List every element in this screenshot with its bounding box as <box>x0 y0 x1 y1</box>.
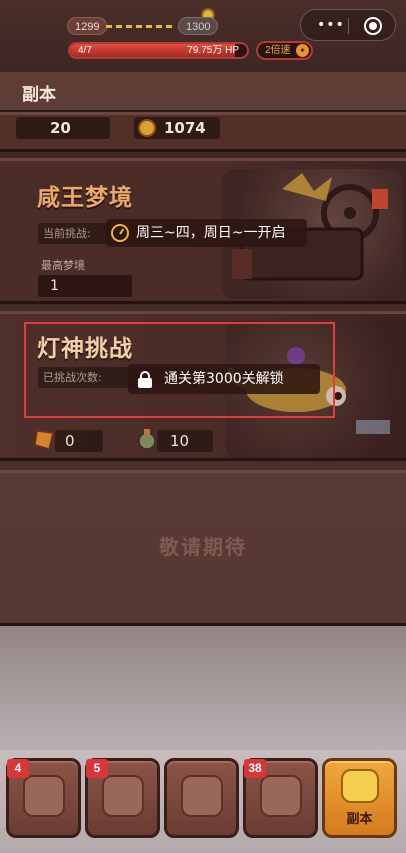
dungeon-list[interactable]: 20 1074 咸王梦境 当前挑战: 周三~四，周日~一开启 最高梦境 1 灯神… <box>0 112 406 750</box>
unlock-notice: 通关第3000关解锁 <box>128 364 320 394</box>
open-days-text: 周三~四，周日~一开启 <box>136 225 286 241</box>
top-status-bar: 1299 1300 4/7 79.75万 HP 2倍速 ✦ ••• <box>0 0 406 72</box>
speed-button-label: 2倍速 <box>265 45 291 56</box>
medal-icon <box>138 119 156 137</box>
hp-value: 79.75万 HP <box>187 45 239 56</box>
reward-right-box: 10 <box>138 429 213 452</box>
stat-right-value: 1074 <box>164 119 206 137</box>
reward-left-box: 0 <box>34 430 103 452</box>
reward-right-value: 10 <box>170 432 190 450</box>
page-header: 副本 <box>0 72 406 112</box>
hero-icon <box>23 775 65 817</box>
treasure-chest-icon <box>260 775 302 817</box>
stage-progress-dots <box>106 25 176 28</box>
next-stage-badge: 1300 <box>178 17 219 35</box>
bottom-navigation: 4 5 38 副本 <box>0 750 406 853</box>
pet-icon <box>181 775 223 817</box>
scroll-icon <box>34 430 54 450</box>
stat-right-box: 1074 <box>134 117 220 139</box>
xianwang-title: 咸王梦境 <box>37 185 133 211</box>
nav-shop-button[interactable]: 38 <box>243 758 318 838</box>
armor-icon <box>102 775 144 817</box>
hp-progress-label: 4/7 <box>78 45 92 56</box>
nav-dungeon-button[interactable]: 副本 <box>322 758 397 838</box>
capsule-divider <box>348 18 349 34</box>
nav-pet-button[interactable] <box>164 758 239 838</box>
lock-icon <box>138 371 152 388</box>
lamp-genie-challenge-card[interactable]: 灯神挑战 已挑战次数: 通关第3000关解锁 0 10 <box>0 311 406 461</box>
reward-left-value: 0 <box>65 432 75 450</box>
mini-program-capsule: ••• <box>300 9 396 41</box>
nav-badge: 5 <box>86 759 108 778</box>
nav-dungeon-label: 副本 <box>346 812 373 827</box>
close-icon[interactable] <box>364 17 382 35</box>
xianwang-dream-card[interactable]: 咸王梦境 当前挑战: 周三~四，周日~一开启 最高梦境 1 <box>0 158 406 304</box>
open-days-notice: 周三~四，周日~一开启 <box>106 219 307 247</box>
coming-soon-label: 敬请期待 <box>159 535 247 559</box>
potion-icon <box>138 429 156 450</box>
more-icon[interactable]: ••• <box>317 18 345 32</box>
nav-equipment-button[interactable]: 5 <box>85 758 160 838</box>
nav-hero-button[interactable]: 4 <box>6 758 81 838</box>
map-scroll-icon <box>341 769 379 803</box>
speed-button[interactable]: 2倍速 ✦ <box>256 41 313 60</box>
stat-left-value: 20 <box>16 117 110 139</box>
best-dream-value: 1 <box>38 275 132 297</box>
speed-icon: ✦ <box>296 44 309 57</box>
boss-hp-bar: 4/7 79.75万 HP <box>68 42 249 59</box>
nav-badge: 38 <box>244 759 266 778</box>
unlock-notice-text: 通关第3000关解锁 <box>164 371 284 387</box>
current-stage-badge: 1299 <box>67 17 108 35</box>
coming-soon-card: 敬请期待 <box>0 470 406 626</box>
nav-badge: 4 <box>7 759 29 778</box>
lamp-genie-title: 灯神挑战 <box>37 336 133 362</box>
page-title: 副本 <box>22 85 56 105</box>
partial-dungeon-card[interactable]: 20 1074 <box>0 112 406 152</box>
clock-icon <box>111 224 129 242</box>
best-dream-label: 最高梦境 <box>41 259 85 272</box>
